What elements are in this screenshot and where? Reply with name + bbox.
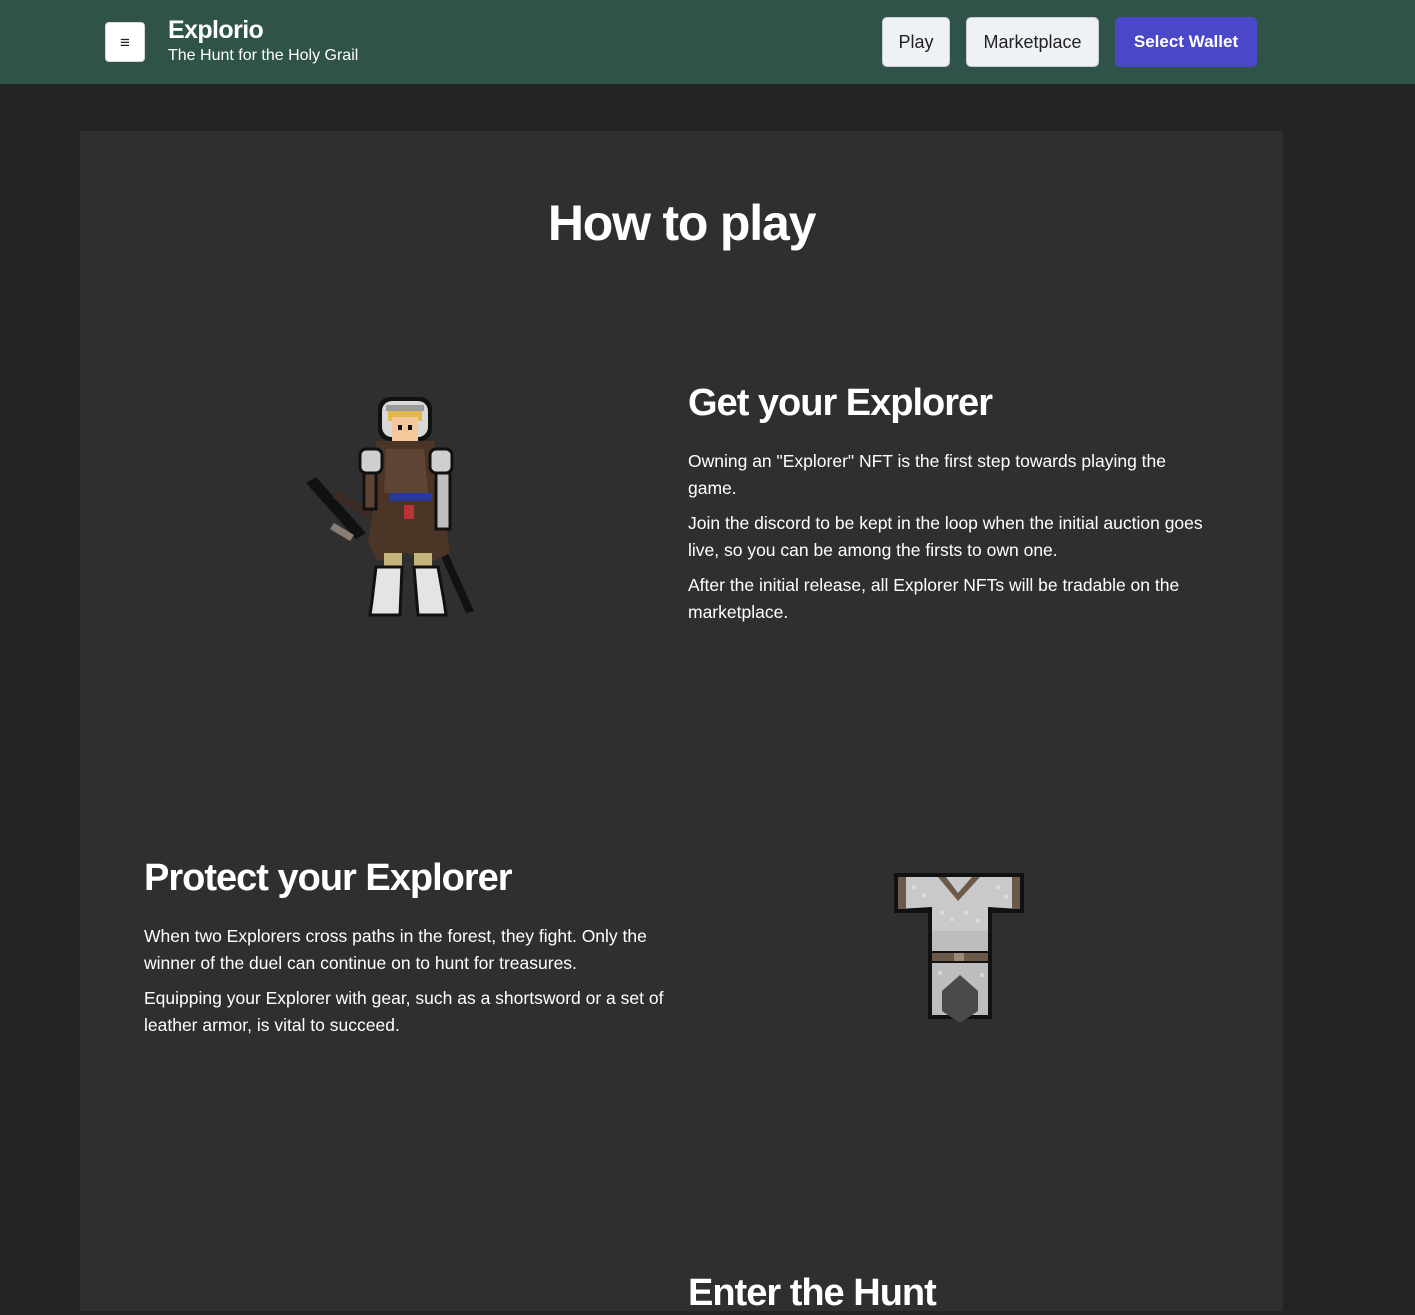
section-paragraph: After the initial release, all Explorer … bbox=[688, 575, 1180, 622]
hamburger-icon: ≡ bbox=[120, 32, 130, 52]
app-name: Explorio bbox=[168, 16, 264, 44]
marketplace-button[interactable]: Marketplace bbox=[966, 17, 1099, 67]
play-button[interactable]: Play bbox=[882, 17, 950, 67]
select-wallet-button[interactable]: Select Wallet bbox=[1115, 17, 1257, 67]
top-navigation-bar: ≡ Explorio The Hunt for the Holy Grail P… bbox=[0, 0, 1415, 84]
section-paragraph: Owning an "Explorer" NFT is the first st… bbox=[688, 451, 1167, 498]
section-heading-get-explorer: Get your Explorer bbox=[688, 382, 993, 424]
app-tagline: The Hunt for the Holy Grail bbox=[168, 47, 359, 64]
page-title: How to play bbox=[547, 195, 817, 251]
explorer-knight-sprite bbox=[306, 393, 476, 623]
section-paragraph: Join the discord to be kept in the loop … bbox=[688, 513, 1203, 560]
section-paragraph: Equipping your Explorer with gear, such … bbox=[144, 988, 664, 1035]
how-to-play-card: How to play Get your Explorer Owning an … bbox=[80, 131, 1283, 1314]
section-heading-protect-explorer: Protect your Explorer bbox=[144, 857, 513, 899]
menu-button[interactable]: ≡ bbox=[105, 22, 145, 62]
chainmail-armor-sprite bbox=[892, 871, 1026, 1025]
section-paragraph: When two Explorers cross paths in the fo… bbox=[144, 926, 647, 973]
section-heading-enter-hunt: Enter the Hunt bbox=[688, 1272, 937, 1314]
brand[interactable]: Explorio The Hunt for the Holy Grail bbox=[168, 15, 358, 66]
